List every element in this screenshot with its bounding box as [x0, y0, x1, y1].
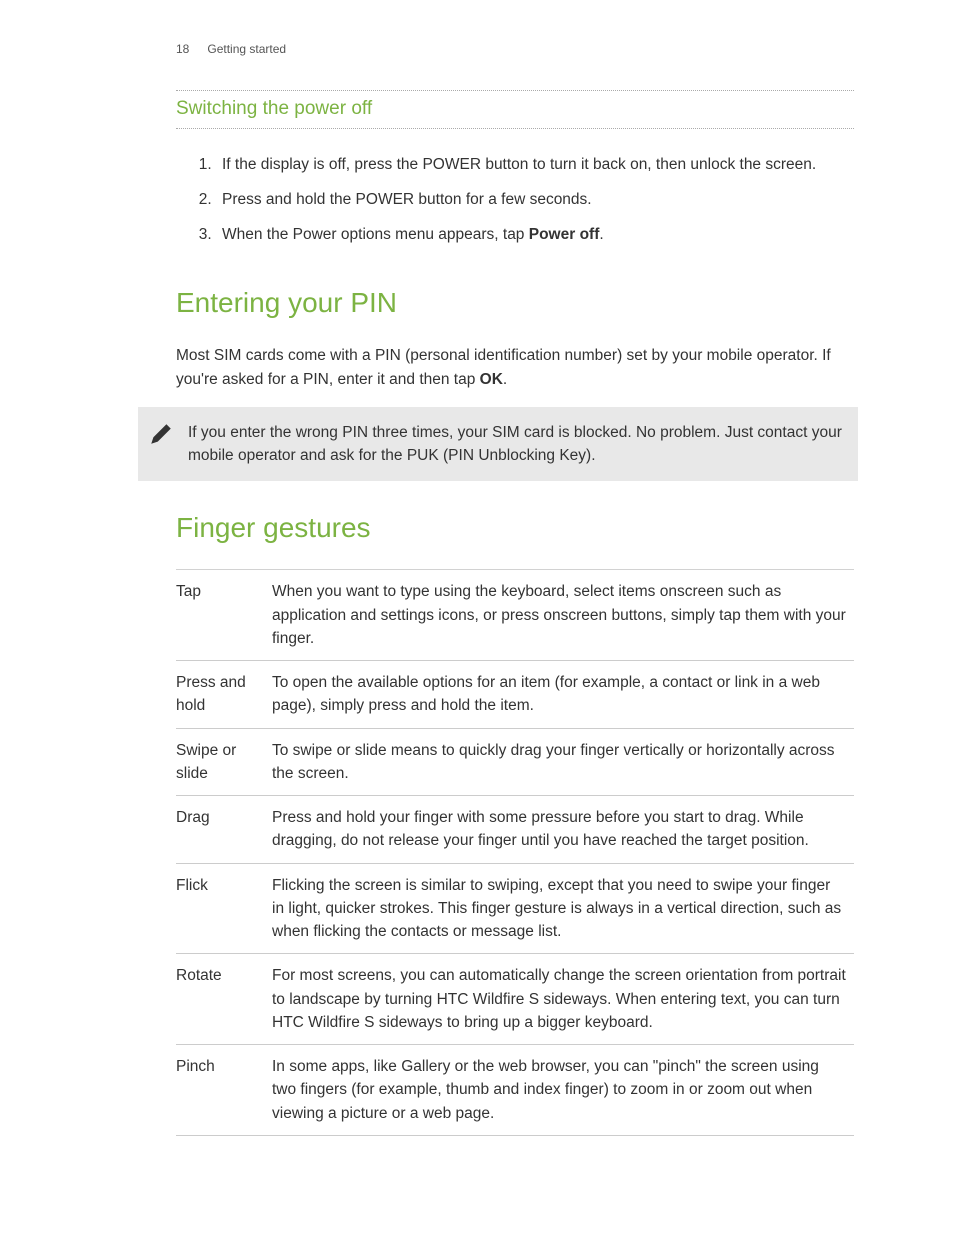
pin-text-post: . [503, 371, 507, 388]
gesture-description: Flicking the screen is similar to swipin… [272, 863, 854, 954]
power-off-steps: If the display is off, press the POWER b… [216, 153, 854, 247]
note-text: If you enter the wrong PIN three times, … [188, 424, 842, 464]
chapter-title: Getting started [207, 40, 286, 58]
step-text: Press and hold the POWER button for a fe… [222, 191, 592, 208]
gesture-description: To open the available options for an ite… [272, 661, 854, 729]
heading-entering-pin: Entering your PIN [176, 282, 854, 324]
page-header: 18 Getting started [176, 40, 854, 58]
pencil-icon [148, 421, 174, 447]
pin-paragraph: Most SIM cards come with a PIN (personal… [176, 344, 854, 391]
note-block: If you enter the wrong PIN three times, … [138, 407, 858, 482]
step-text-post: . [599, 226, 603, 243]
gesture-term: Swipe or slide [176, 728, 272, 796]
step-item: When the Power options menu appears, tap… [216, 223, 854, 246]
gesture-description: In some apps, like Gallery or the web br… [272, 1045, 854, 1136]
table-row: PinchIn some apps, like Gallery or the w… [176, 1045, 854, 1136]
gesture-term: Flick [176, 863, 272, 954]
step-text-bold: Power off [529, 226, 600, 243]
gesture-description: For most screens, you can automatically … [272, 954, 854, 1045]
gestures-table: TapWhen you want to type using the keybo… [176, 569, 854, 1136]
step-text: If the display is off, press the POWER b… [222, 156, 816, 173]
gesture-term: Rotate [176, 954, 272, 1045]
step-text-pre: When the Power options menu appears, tap [222, 226, 529, 243]
table-row: FlickFlicking the screen is similar to s… [176, 863, 854, 954]
gesture-term: Pinch [176, 1045, 272, 1136]
gesture-description: Press and hold your finger with some pre… [272, 796, 854, 864]
table-row: RotateFor most screens, you can automati… [176, 954, 854, 1045]
subheading-power-off: Switching the power off [176, 90, 854, 129]
gesture-term: Drag [176, 796, 272, 864]
table-row: Press and holdTo open the available opti… [176, 661, 854, 729]
gesture-description: To swipe or slide means to quickly drag … [272, 728, 854, 796]
table-row: Swipe or slideTo swipe or slide means to… [176, 728, 854, 796]
page-number: 18 [176, 40, 189, 58]
step-item: If the display is off, press the POWER b… [216, 153, 854, 176]
gesture-term: Press and hold [176, 661, 272, 729]
step-item: Press and hold the POWER button for a fe… [216, 188, 854, 211]
gesture-description: When you want to type using the keyboard… [272, 570, 854, 661]
pin-text-bold: OK [480, 371, 503, 388]
table-row: DragPress and hold your finger with some… [176, 796, 854, 864]
heading-finger-gestures: Finger gestures [176, 507, 854, 549]
table-row: TapWhen you want to type using the keybo… [176, 570, 854, 661]
gesture-term: Tap [176, 570, 272, 661]
